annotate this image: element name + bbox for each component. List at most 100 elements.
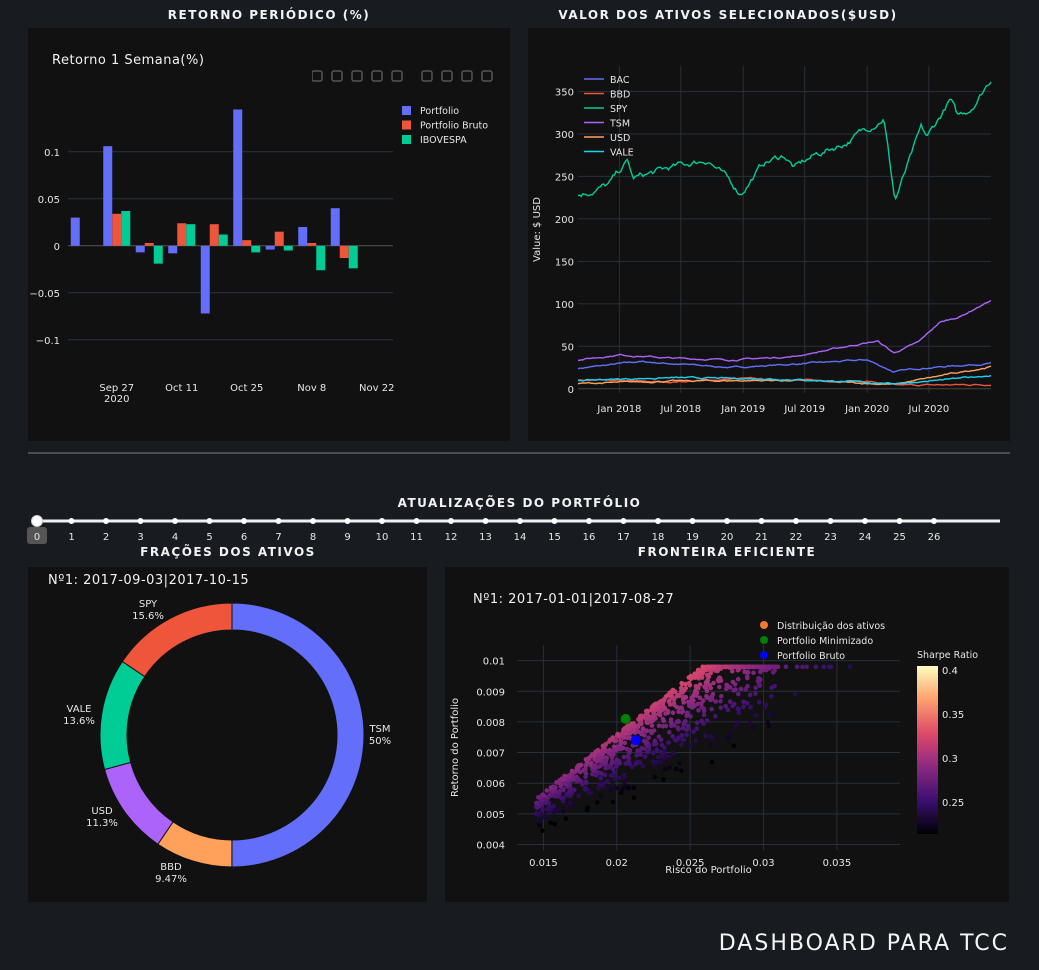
fractions-donut-chart[interactable]: TSM50% BBD9.47% USD11.3% VALE13.6% SPY15.6%: [28, 567, 427, 902]
frontier-point: [615, 731, 620, 737]
donut-label-name: TSM: [368, 724, 390, 735]
returns-header: RETORNO PERIÓDICO (%): [167, 8, 371, 22]
slider-step-dot: [655, 518, 661, 524]
frontier-point: [589, 760, 594, 766]
returns-bar-chart[interactable]: 0.1 0.05 0 −0.05 −0.1 Sep 272020 Oct 11 Oct 25 N…: [28, 28, 510, 441]
frontier-point: [694, 685, 699, 691]
frontier-ytick-label: 0.006: [476, 779, 505, 790]
frontier-point: [724, 683, 730, 688]
frontier-point: [534, 800, 539, 806]
frontier-point: [662, 696, 667, 702]
frontier-point: [688, 744, 693, 749]
modebar-icons[interactable]: [311, 69, 508, 83]
slider-step-label: 16: [583, 532, 596, 543]
frontier-point: [745, 683, 750, 689]
frontier-point: [552, 821, 557, 827]
slider-step-dot: [206, 518, 213, 524]
slider-step-label: 26: [928, 532, 941, 543]
frontier-ytick-label: 0.004: [476, 840, 505, 851]
slider-step-label: 4: [172, 532, 178, 543]
frontier-point: [694, 720, 700, 725]
returns-xtick-label: Oct 11: [165, 383, 198, 394]
frontier-point: [709, 759, 715, 765]
assets-xtick-label: Jan 2020: [844, 404, 889, 415]
frontier-point: [656, 723, 662, 728]
frontier-point: [608, 787, 614, 793]
frontier-point: [601, 780, 606, 786]
frontier-ytick-label: 0.01: [483, 657, 505, 668]
frontier-point: [626, 735, 632, 740]
frontier-point: [693, 738, 699, 744]
frontier-point: [540, 792, 545, 798]
frontier-point: [671, 689, 676, 694]
frontier-point: [713, 713, 718, 719]
frontier-point: [731, 743, 737, 748]
frontier-point: [692, 675, 698, 680]
slider-step-label: 5: [206, 532, 212, 543]
assets-legend-label: SPY: [610, 104, 628, 115]
frontier-point: [574, 765, 580, 770]
slider-step-dot: [551, 518, 558, 524]
frontier-point: [540, 807, 545, 812]
frontier-point: [585, 805, 590, 811]
frontier-point: [554, 790, 560, 795]
pan-icon: [351, 70, 363, 82]
frontier-point: [675, 692, 681, 698]
assets-legend-label: BBD: [610, 90, 630, 101]
frontier-point: [716, 666, 721, 672]
assets-line-chart[interactable]: Jan 2018 Jul 2018 Jan 2019 Jul 2019 Jan 2020…: [528, 28, 1010, 441]
frontier-point: [679, 680, 684, 686]
returns-bar-ibovespa: [283, 245, 293, 251]
frontier-point: [644, 739, 649, 745]
frontier-point: [710, 736, 716, 741]
frontier-point: [745, 700, 750, 706]
slider-step-label: 22: [790, 532, 803, 543]
frontier-point: [696, 708, 701, 713]
frontier-point: [571, 802, 576, 808]
frontier-point: [733, 687, 738, 692]
frontier-point: [719, 693, 724, 699]
frontier-point: [600, 743, 606, 749]
frontier-point: [628, 730, 633, 736]
frontier-point: [604, 785, 610, 791]
slider-step-dot: [827, 518, 834, 524]
frontier-point: [536, 795, 541, 800]
assets-xtick-label: Jul 2018: [659, 404, 701, 415]
frontier-point: [598, 763, 604, 768]
frontier-point: [634, 753, 639, 758]
frontier-point: [642, 754, 648, 759]
frontier-point: [768, 693, 774, 699]
assets-ytick-label: 50: [561, 342, 574, 353]
frontier-point: [748, 704, 753, 710]
frontier-point: [747, 720, 753, 726]
assets-header: VALOR DOS ATIVOS SELECIONADOS($USD): [558, 8, 898, 22]
frontier-point: [618, 741, 623, 746]
assets-legend-label: BAC: [610, 75, 630, 86]
frontier-point: [704, 679, 709, 685]
slider-step-label: 24: [859, 532, 872, 543]
frontier-point: [685, 723, 691, 729]
frontier-point: [572, 769, 578, 775]
frontier-point: [592, 765, 597, 770]
frontier-point: [701, 712, 707, 718]
frontier-point: [800, 664, 805, 670]
dashboard-title: DASHBOARD PARA TCC: [718, 931, 1009, 956]
camera-icon: [311, 70, 323, 82]
frontier-point: [658, 749, 664, 755]
fractions-header: FRAÇÕES DOS ATIVOS: [140, 545, 316, 559]
returns-bar-ibovespa: [153, 245, 163, 264]
frontier-point: [699, 718, 704, 724]
returns-bar-portfolio-bruto: [339, 245, 349, 259]
frontier-point: [611, 744, 617, 749]
portfolio-slider[interactable]: 0 1 2 3 4 5 6 7 8 9 10 11 12 13 14 15 16 17 18 19 20 21 22 23 24…: [0, 510, 1039, 550]
frontier-point: [631, 795, 637, 800]
slider-step-dot: [413, 518, 420, 524]
slider-step-dot: [172, 518, 178, 524]
frontier-xtick-label: 0.03: [752, 858, 774, 869]
frontier-point: [708, 697, 713, 703]
frontier-point: [659, 742, 665, 748]
frontier-legend-marker: [760, 651, 768, 659]
assets-ytick-label: 350: [555, 87, 574, 98]
assets-panel: Jan 2018 Jul 2018 Jan 2019 Jul 2019 Jan 2020…: [528, 28, 1010, 441]
slider-step-label: 11: [410, 532, 423, 543]
